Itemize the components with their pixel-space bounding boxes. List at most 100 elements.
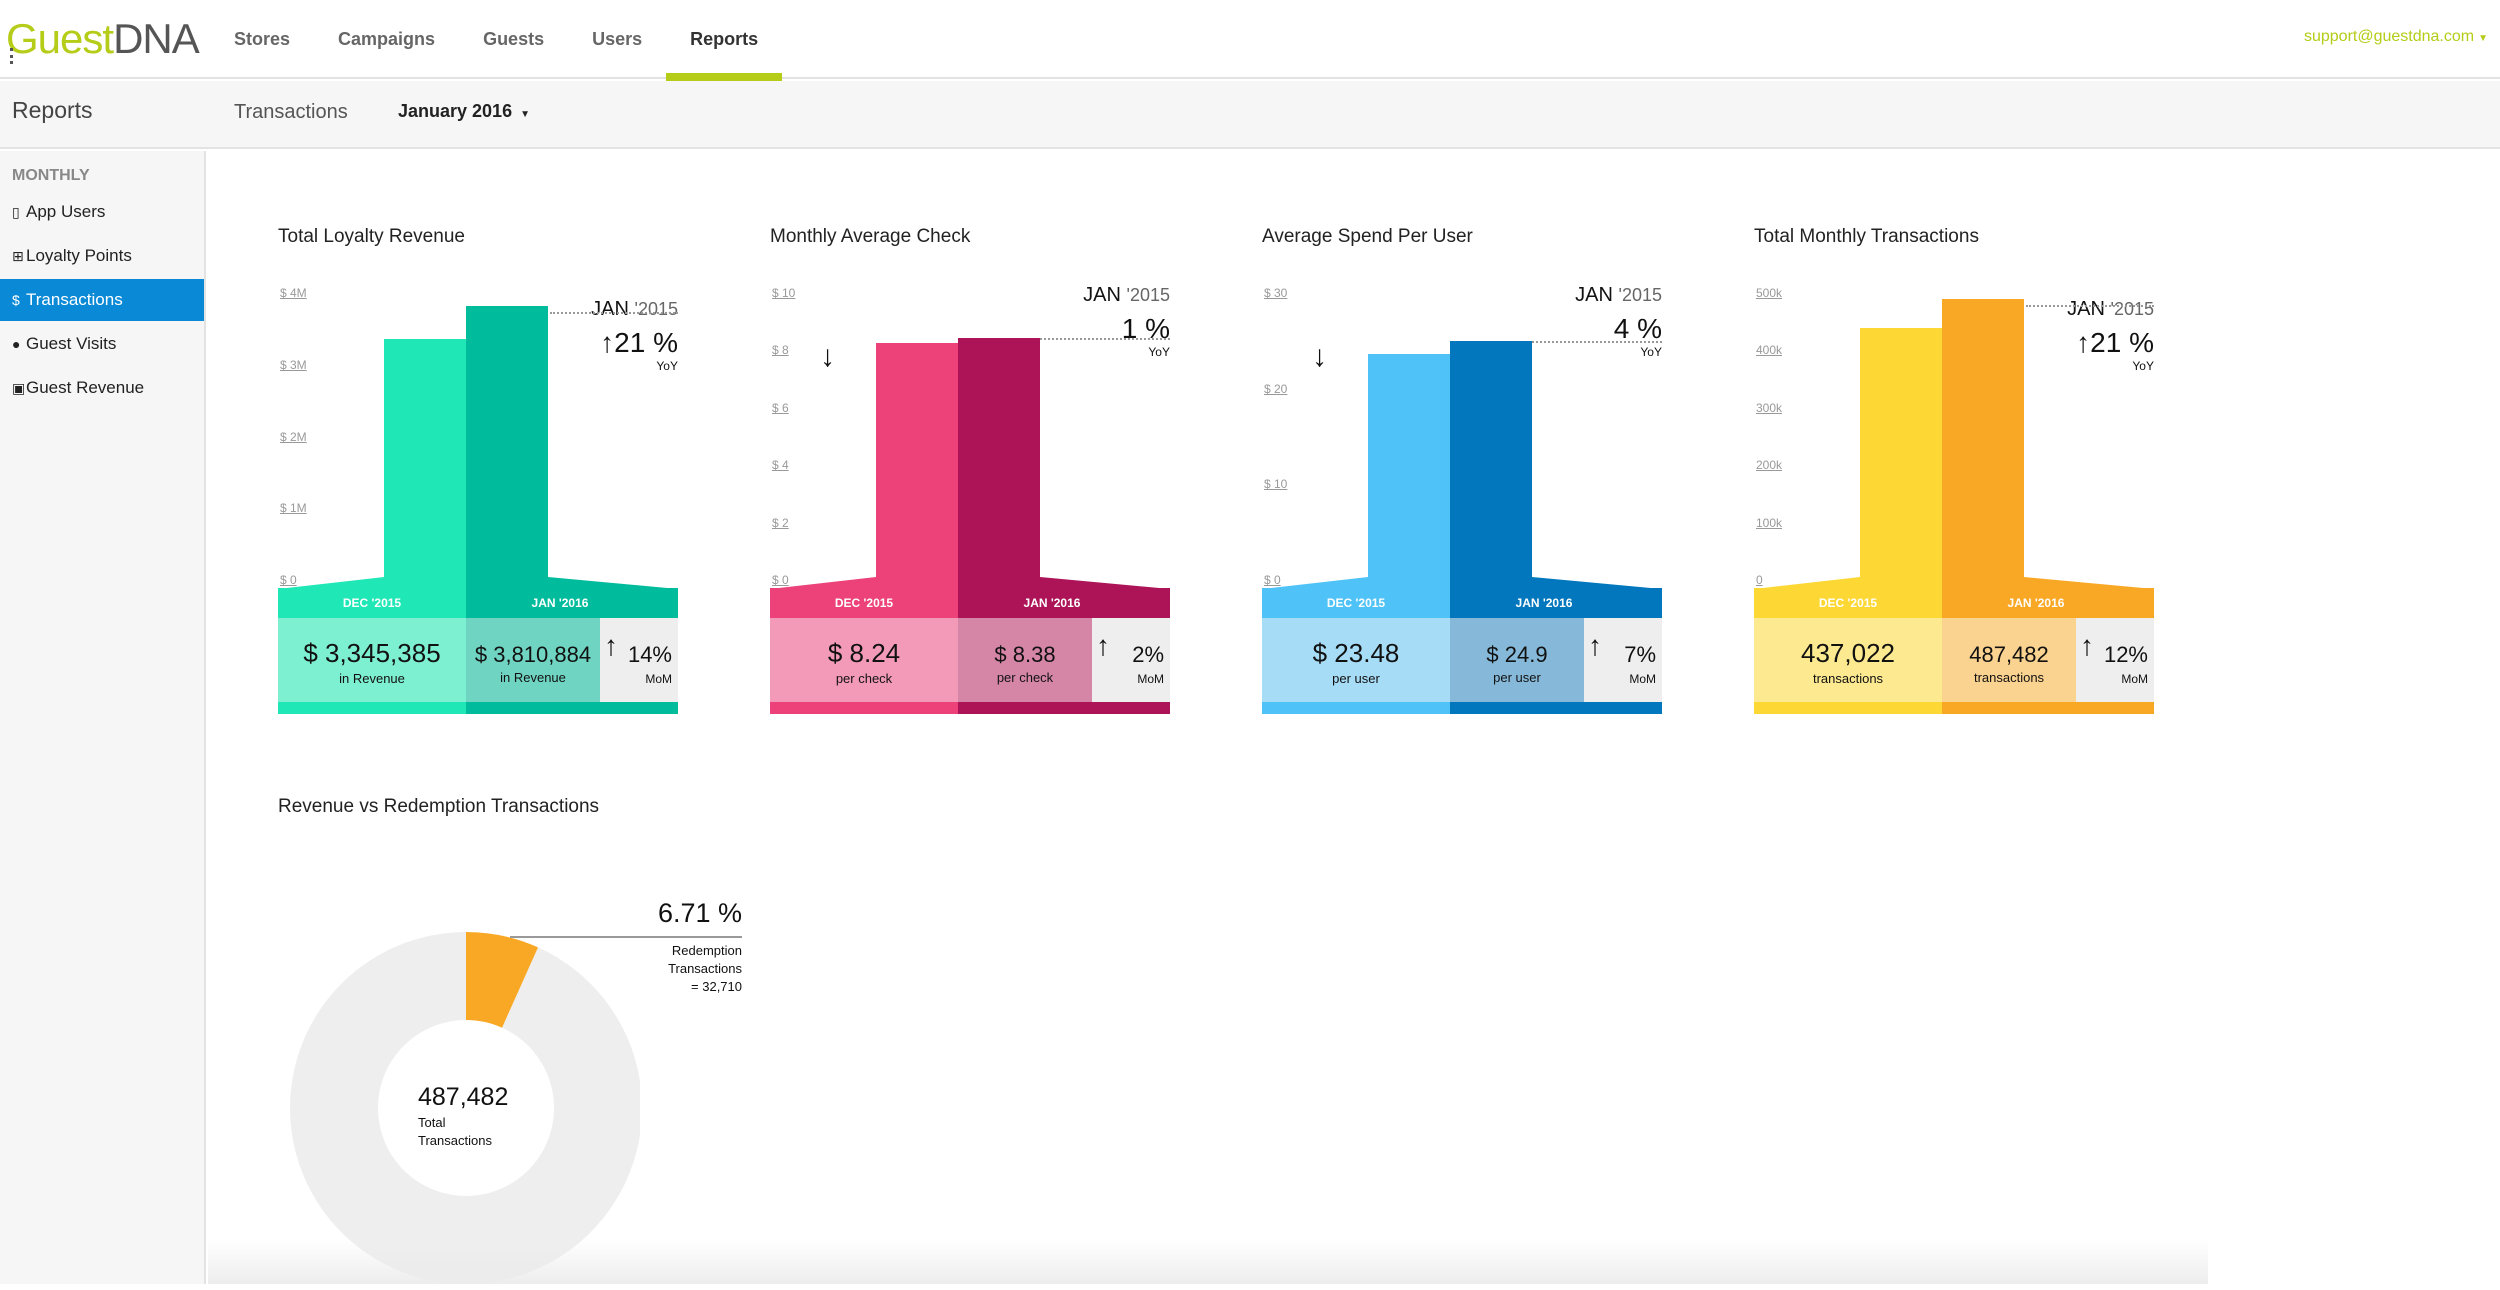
dollar-icon: $: [12, 292, 20, 308]
nav-guests[interactable]: Guests: [459, 0, 568, 79]
current-month-label: JAN '2016: [1515, 596, 1573, 610]
arrow-up-icon: ↑: [604, 630, 618, 661]
arrow-up-icon: ↑: [1096, 630, 1110, 661]
chart-card-monthly-average-check: Monthly Average Check $ 10 $ 8 $ 6 $ 4 $ 2 $ 0…: [770, 222, 1170, 716]
menu-dots-icon[interactable]: [10, 48, 13, 64]
current-month-unit: per check: [996, 670, 1054, 685]
y-tick-label: 100k: [1756, 515, 1783, 530]
prev-month-value-box: 437,022 transactions: [1754, 618, 1942, 702]
yoy-comparison: JAN '2015 1 % YoY: [1083, 284, 1170, 359]
current-month-value-box: $ 8.38 per check: [958, 618, 1092, 702]
bar-current-month: [958, 338, 1040, 588]
bottom-band: [278, 702, 678, 714]
prev-month-value-box: $ 8.24 per check: [770, 618, 958, 702]
donut-total-label: Total Transactions: [418, 1114, 492, 1150]
current-month-unit: in Revenue: [500, 670, 566, 685]
y-tick-label: $ 2M: [280, 429, 307, 444]
mom-change-box: ↑ 7% MoM: [1584, 618, 1662, 702]
y-tick-label: $ 4: [772, 458, 789, 473]
chevron-down-icon: ▼: [520, 109, 530, 120]
arrow-down-icon: ↓: [1312, 340, 1327, 373]
yoy-value: ↑21 %: [2067, 327, 2154, 359]
month-selector-label: January 2016: [398, 101, 513, 121]
yoy-month-name: JAN: [2067, 298, 2105, 320]
redemption-label-line2: Transactions: [668, 961, 742, 976]
guestdna-logo[interactable]: GuestDNA: [6, 14, 200, 64]
sidebar-item-label: Transactions: [26, 290, 123, 309]
yoy-reference-line: [1040, 338, 1170, 341]
chart-card-total-monthly-transactions: Total Monthly Transactions 500k 400k 300k 20…: [1754, 222, 2154, 716]
current-month-unit: transactions: [1973, 670, 2045, 685]
prev-month-unit: per user: [1332, 671, 1380, 686]
y-tick-label: $ 8: [772, 343, 789, 358]
y-tick-label: 300k: [1756, 400, 1783, 415]
y-tick-label: $ 30: [1264, 286, 1288, 300]
bar-current-month: [1450, 340, 1532, 588]
sidebar-item-label: Guest Revenue: [26, 378, 145, 397]
yoy-value: ↑21 %: [591, 327, 678, 359]
person-icon: ●: [12, 336, 21, 352]
arrow-up-icon: ↑: [1588, 630, 1602, 661]
bar-current-month: [1942, 299, 2024, 588]
month-selector[interactable]: January 2016 ▼: [398, 101, 530, 122]
top-navbar: GuestDNA Stores Campaigns Guests Users R…: [0, 0, 2500, 81]
yoy-label: YoY: [1640, 345, 1662, 359]
prev-month-label: DEC '2015: [1326, 596, 1386, 610]
yoy-month: JAN '2015: [2067, 298, 2154, 321]
current-month-unit: per user: [1493, 670, 1541, 685]
mobile-icon: ▯: [12, 204, 20, 220]
yoy-month: JAN '2015: [1083, 284, 1170, 307]
current-month-value-box: $ 24.9 per user: [1450, 618, 1584, 702]
prev-month-unit: in Revenue: [339, 671, 405, 686]
redemption-label-line1: Redemption: [671, 943, 742, 958]
section-link-transactions[interactable]: Transactions: [234, 101, 348, 124]
nav-campaigns[interactable]: Campaigns: [314, 0, 459, 79]
user-email: support@guestdna.com: [2303, 28, 2475, 45]
yoy-label: YoY: [1148, 345, 1170, 359]
chart-card-average-spend-per-user: Average Spend Per User $ 30 $ 20 $ 10 $ 0 DEC…: [1262, 222, 1662, 716]
yoy-reference-line: [1532, 340, 1662, 343]
sidebar-item-guest-visits[interactable]: ● Guest Visits: [0, 323, 204, 365]
nav-stores[interactable]: Stores: [210, 0, 314, 79]
yoy-label: YoY: [656, 359, 678, 373]
mom-change-value: 14%: [627, 642, 672, 667]
prev-month-label: DEC '2015: [342, 596, 402, 610]
y-tick-label: $ 6: [772, 400, 789, 415]
nav-reports[interactable]: Reports: [666, 0, 783, 81]
yoy-value-text: 21 %: [614, 327, 678, 358]
y-tick-label: $ 4M: [280, 286, 307, 300]
bottom-band: [1262, 702, 1662, 714]
mom-change-value: 2%: [1132, 642, 1164, 667]
y-tick-label: 200k: [1756, 458, 1783, 473]
arrow-up-icon: ↑: [2080, 630, 2094, 661]
mom-change-box: ↑ 2% MoM: [1092, 618, 1170, 702]
mom-change-box: ↑ 14% MoM: [600, 618, 678, 702]
yoy-comparison: JAN '2015 4 % YoY: [1575, 284, 1662, 359]
y-tick-label: $ 1M: [280, 501, 307, 516]
sidebar-item-loyalty-points[interactable]: ⊞ Loyalty Points: [0, 235, 204, 277]
yoy-comparison: JAN '2015 ↑21 % YoY: [591, 298, 678, 373]
sidebar-item-label: Guest Visits: [26, 334, 117, 353]
bar-prev-month: [876, 342, 958, 588]
bar-current-month: [466, 305, 548, 588]
current-month-value: $ 24.9: [1486, 642, 1548, 667]
chart-title: Total Monthly Transactions: [1754, 226, 1979, 247]
yoy-month-name: JAN: [591, 298, 629, 320]
bottom-fade: [208, 1240, 2208, 1284]
yoy-month: JAN '2015: [1575, 284, 1662, 307]
sidebar: MONTHLY ▯ App Users ⊞ Loyalty Points $ Tran…: [0, 151, 206, 1284]
chart-title: Average Spend Per User: [1262, 226, 1473, 247]
current-month-label: JAN '2016: [1023, 596, 1081, 610]
sidebar-item-app-users[interactable]: ▯ App Users: [0, 191, 204, 233]
cash-icon: ▣: [12, 380, 26, 396]
yoy-reference-line: [2026, 305, 2154, 308]
user-menu[interactable]: support@guestdna.com ▼: [2304, 28, 2488, 46]
sidebar-item-guest-revenue[interactable]: ▣Guest Revenue: [0, 367, 204, 409]
prev-month-value: $ 3,345,385: [303, 638, 441, 668]
current-month-value: 487,482: [1969, 642, 2049, 667]
nav-users[interactable]: Users: [568, 0, 666, 79]
mom-label: MoM: [1629, 672, 1656, 686]
sidebar-item-transactions[interactable]: $ Transactions: [0, 279, 204, 321]
donut-total-label-line2: Transactions: [418, 1133, 492, 1148]
current-month-value-box: $ 3,810,884 in Revenue: [466, 618, 600, 702]
